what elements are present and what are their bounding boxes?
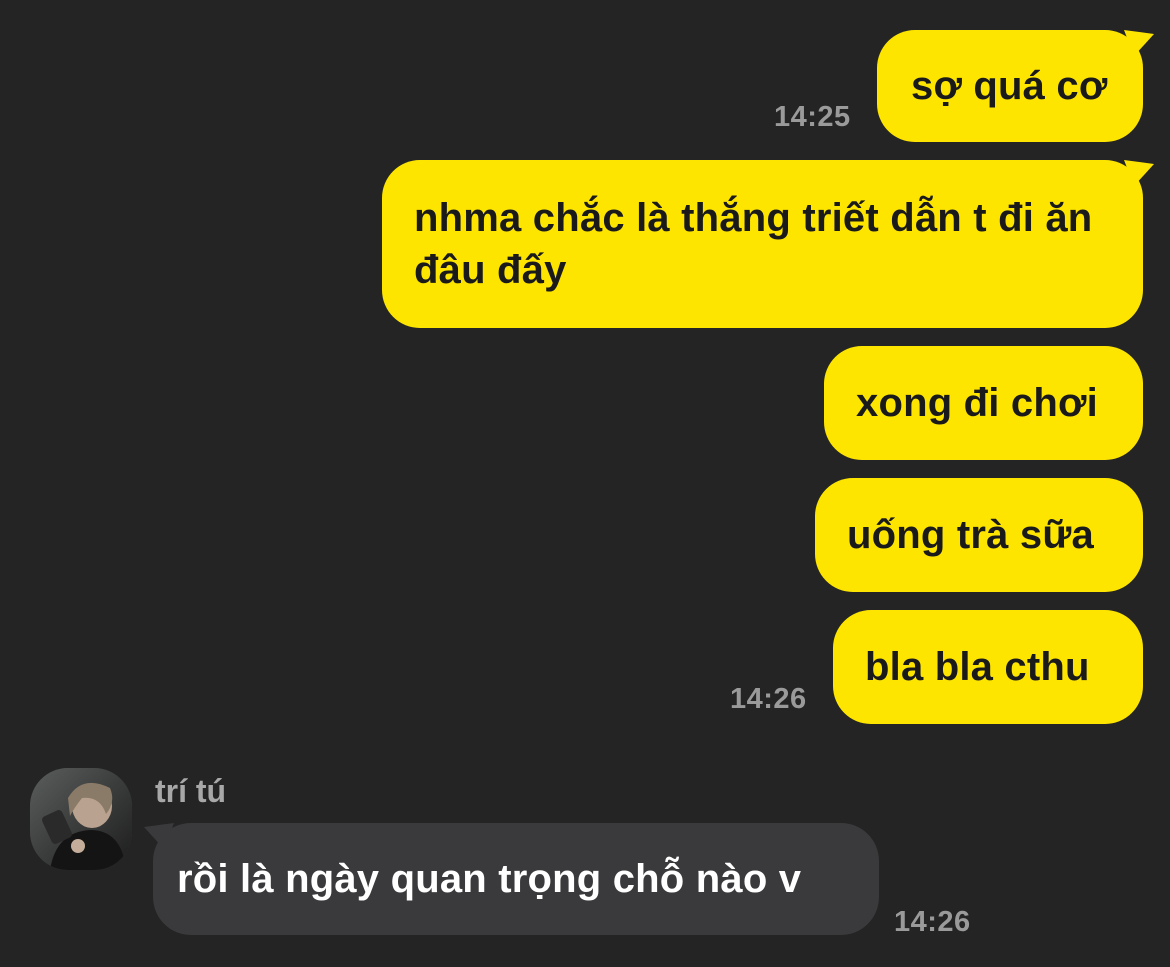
bubble-tail	[1124, 160, 1154, 186]
outgoing-message[interactable]: nhma chắc là thắng triết dẫn t đi ăn đâu…	[382, 160, 1143, 328]
message-text: rồi là ngày quan trọng chỗ nào v	[177, 857, 802, 901]
bubble-tail	[1124, 30, 1154, 56]
outgoing-message[interactable]: uống trà sữa	[815, 478, 1143, 592]
incoming-message[interactable]: rồi là ngày quan trọng chỗ nào v	[153, 823, 879, 935]
message-text: xong đi chơi	[856, 381, 1098, 425]
outgoing-message[interactable]: sợ quá cơ	[877, 30, 1143, 142]
outgoing-message[interactable]: bla bla cthu	[833, 610, 1143, 724]
message-timestamp: 14:26	[730, 683, 807, 715]
outgoing-message[interactable]: xong đi chơi	[824, 346, 1143, 460]
message-text: uống trà sữa	[847, 513, 1094, 557]
user-avatar-photo[interactable]	[30, 768, 132, 870]
message-text: sợ quá cơ	[911, 64, 1108, 108]
bubble-tail	[144, 823, 174, 849]
message-text: nhma chắc là thắng triết dẫn t đi ăn đâu…	[414, 196, 1093, 292]
message-timestamp: 14:26	[894, 906, 971, 938]
message-timestamp: 14:25	[774, 101, 851, 133]
avatar-image-icon	[30, 768, 132, 870]
message-text: bla bla cthu	[865, 645, 1090, 689]
sender-name: trí tú	[155, 773, 227, 809]
